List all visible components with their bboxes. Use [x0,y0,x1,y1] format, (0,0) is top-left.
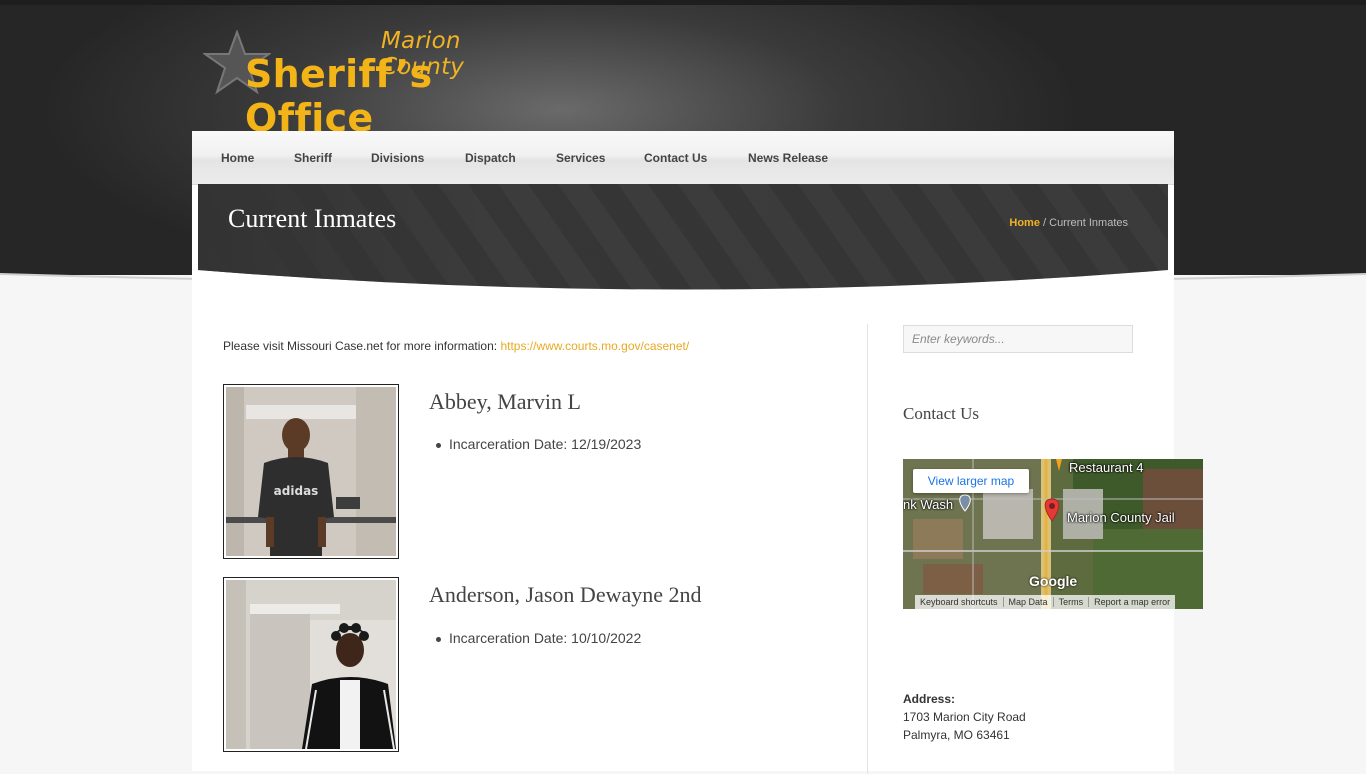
breadcrumb-separator: / [1039,217,1050,229]
breadcrumb-home-link[interactable]: Home [1009,217,1040,229]
map-footer: Keyboard shortcuts Map Data Terms Report a … [915,595,1176,609]
inmate-name: Abbey, Marvin L [429,389,581,414]
page-title-banner: Current Inmates Home / Current Inmates [198,184,1168,292]
view-larger-map-button[interactable]: View larger map [913,469,1029,493]
inmate-incarceration-date: Incarceration Date: 10/10/2022 [435,630,642,646]
casenet-link[interactable]: https://www.courts.mo.gov/casenet/ [500,339,689,353]
nav-contact-us[interactable]: Contact Us [644,151,707,165]
map-label-jail: Marion County Jail [1067,510,1175,525]
inmate-photo[interactable]: adidas [223,384,399,559]
logo-office-text: Sheriff’s Office [245,52,433,140]
casenet-notice-text: Please visit Missouri Case.net for more … [223,339,501,353]
map-data-link[interactable]: Map Data [1003,597,1054,607]
nav-news-release[interactable]: News Release [748,151,828,165]
breadcrumb-current: Current Inmates [1049,217,1128,229]
breadcrumb: Home / Current Inmates [1009,217,1128,229]
shirt-logo-text: adidas [274,484,319,498]
map-terms-link[interactable]: Terms [1053,597,1090,607]
casenet-notice: Please visit Missouri Case.net for more … [223,339,689,353]
main-nav: Home Sheriff Divisions Dispatch Services… [192,131,1174,185]
site-logo[interactable]: Marion County Sheriff’s Office [203,28,543,140]
inmate-photo[interactable] [223,577,399,752]
main-container: Home Sheriff Divisions Dispatch Services… [192,131,1203,774]
sidebar-divider [867,324,868,774]
map-keyboard-shortcuts-link[interactable]: Keyboard shortcuts [915,597,1004,607]
nav-services[interactable]: Services [556,151,605,165]
inmate-name: Anderson, Jason Dewayne 2nd [429,582,702,607]
banner-background [198,184,1168,290]
page-title: Current Inmates [228,204,397,233]
nav-home[interactable]: Home [221,151,254,165]
search-input[interactable] [903,325,1133,353]
address-line: Palmyra, MO 63461 [903,728,1010,742]
inmate-mugshot-image [226,580,396,749]
inmate-incarceration-date: Incarceration Date: 12/19/2023 [435,436,642,452]
nav-divisions[interactable]: Divisions [371,151,424,165]
address-label: Address: [903,692,956,706]
address-line: 1703 Marion City Road [903,710,1026,724]
nav-sheriff[interactable]: Sheriff [294,151,332,165]
map-label-car-wash: nk Wash [903,497,954,512]
nav-dispatch[interactable]: Dispatch [465,151,516,165]
google-logo: Google [1029,573,1078,589]
inmate-mugshot-image: adidas [226,387,396,556]
map-label-restaurant: Restaurant 4 [1069,460,1144,475]
location-map[interactable]: View larger map Restaurant 4 nk Wash Mar… [903,459,1203,609]
contact-heading: Contact Us [903,404,980,423]
map-report-error-link[interactable]: Report a map error [1089,597,1175,607]
